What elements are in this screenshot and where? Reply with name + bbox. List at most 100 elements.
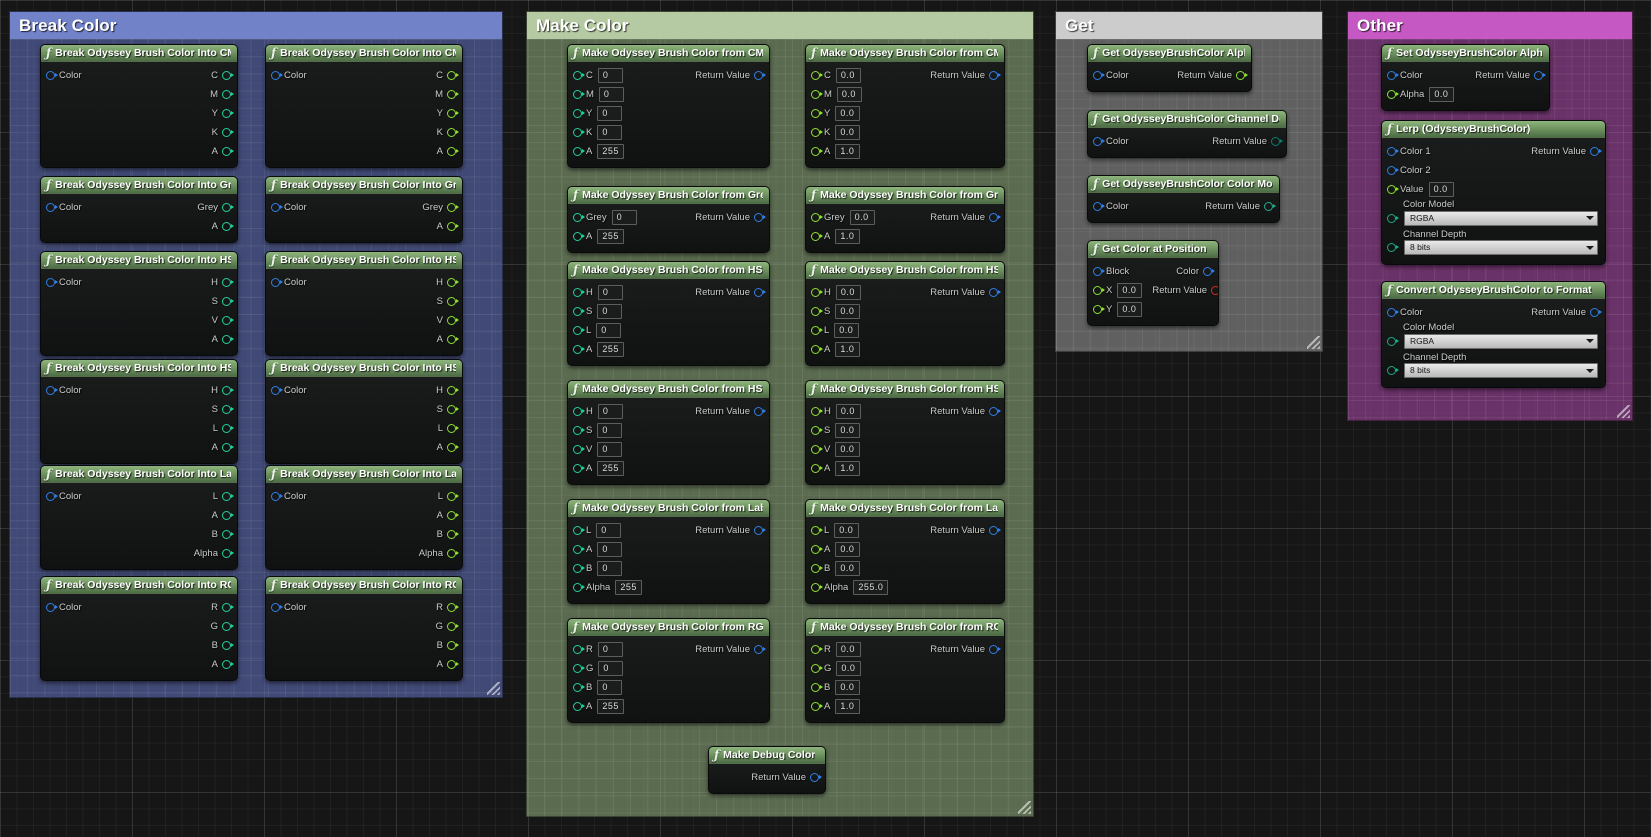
pin-float-out[interactable]	[447, 603, 459, 612]
node-get-odysseybrushcolor-alpha[interactable]: ƒ Get OdysseyBrushColor Alpha Color Return …	[1087, 44, 1252, 92]
pin-int-out[interactable]	[222, 405, 234, 414]
value-input[interactable]: 0	[598, 661, 624, 676]
pin-int-in[interactable]	[573, 583, 585, 592]
value-input[interactable]: 0.0	[835, 68, 861, 83]
pin-int-out[interactable]	[222, 603, 234, 612]
pin-struct-out[interactable]	[1590, 147, 1602, 156]
pin-struct-out[interactable]	[1590, 308, 1602, 317]
dropdown-select[interactable]: RGBA	[1404, 210, 1598, 226]
node-break-odyssey-brush-color-into-hslf[interactable]: ƒ Break Odyssey Brush Color Into HSLF Colo…	[265, 359, 463, 464]
pin-float-in[interactable]	[811, 583, 823, 592]
pin-enum-in[interactable]	[1387, 336, 1399, 346]
pin-float-out[interactable]	[447, 335, 459, 344]
pin-int-out[interactable]	[222, 549, 234, 558]
pin-float-in[interactable]	[811, 213, 823, 222]
pin-float-in[interactable]	[811, 128, 823, 137]
pin-float-in[interactable]	[811, 71, 823, 80]
pin-float-out[interactable]	[447, 530, 459, 539]
pin-float-in[interactable]	[811, 426, 823, 435]
node-convert-odysseybrushcolor-to-format[interactable]: ƒ Convert OdysseyBrushColor to Format Colo…	[1381, 281, 1606, 388]
pin-int-out[interactable]	[222, 222, 234, 231]
pin-float-out[interactable]	[447, 128, 459, 137]
pin-int-in[interactable]	[573, 445, 585, 454]
pin-float-out[interactable]	[447, 660, 459, 669]
node-header[interactable]: ƒ Get Color at Position	[1088, 241, 1218, 258]
pin-int-in[interactable]	[573, 147, 585, 156]
pin-byte-out[interactable]	[1271, 137, 1283, 146]
node-header[interactable]: ƒ Make Odyssey Brush Color from HSLF	[806, 262, 1004, 279]
pin-int-out[interactable]	[222, 128, 234, 137]
pin-int-out[interactable]	[222, 492, 234, 501]
pin-struct-out[interactable]	[989, 213, 1001, 222]
pin-float-out[interactable]	[447, 71, 459, 80]
value-input[interactable]: 0.0	[835, 442, 861, 457]
node-make-odyssey-brush-color-from-grey[interactable]: ƒ Make Odyssey Brush Color from Grey Grey 0…	[567, 186, 770, 253]
value-input[interactable]: 0	[597, 68, 623, 83]
node-header[interactable]: ƒ Break Odyssey Brush Color Into HSV	[41, 252, 237, 269]
node-make-odyssey-brush-color-from-rgb[interactable]: ƒ Make Odyssey Brush Color from RGB R 0 Retu…	[567, 618, 770, 723]
value-input[interactable]: 255	[597, 342, 624, 357]
pin-enum-out[interactable]	[1264, 202, 1276, 211]
value-input[interactable]: 0	[597, 542, 623, 557]
pin-int-out[interactable]	[222, 424, 234, 433]
pin-struct-in[interactable]	[46, 492, 58, 501]
pin-float-in[interactable]	[811, 90, 823, 99]
resize-grip-icon[interactable]	[1307, 336, 1320, 349]
value-input[interactable]: 0.0	[835, 423, 861, 438]
node-header[interactable]: ƒ Make Odyssey Brush Color from CMYK	[568, 45, 769, 62]
value-input[interactable]: 0.0	[835, 542, 861, 557]
pin-int-out[interactable]	[222, 90, 234, 99]
pin-int-in[interactable]	[573, 90, 585, 99]
blueprint-canvas[interactable]: Break Color Make Color Get Other ƒ Break Odys…	[0, 0, 1651, 837]
node-header[interactable]: ƒMake Odyssey Brush Color from CMYKF	[806, 45, 1004, 62]
node-make-odyssey-brush-color-from-hsv[interactable]: ƒ Make Odyssey Brush Color from HSV H 0 Retu…	[567, 380, 770, 485]
value-input[interactable]: 1.0	[835, 461, 861, 476]
node-break-odyssey-brush-color-into-rgb[interactable]: ƒ Break Odyssey Brush Color Into RGB Color…	[40, 576, 238, 681]
pin-struct-in[interactable]	[1387, 71, 1399, 80]
pin-struct-in[interactable]	[271, 71, 283, 80]
value-input[interactable]: 255.0	[853, 580, 889, 595]
value-input[interactable]: 0.0	[1117, 302, 1143, 317]
value-input[interactable]: 0	[597, 285, 623, 300]
value-input[interactable]: 0	[597, 304, 623, 319]
value-input[interactable]: 0.0	[836, 661, 862, 676]
pin-struct-in[interactable]	[1093, 267, 1105, 276]
value-input[interactable]: 255	[597, 461, 624, 476]
node-header[interactable]: ƒ Break Odyssey Brush Color Into RGB	[41, 577, 237, 594]
node-make-odyssey-brush-color-from-rgbf[interactable]: ƒ Make Odyssey Brush Color from RGBF R 0.0 R…	[805, 618, 1005, 723]
node-break-odyssey-brush-color-into-hsvf[interactable]: ƒ Break Odyssey Brush Color Into HSVF Colo…	[265, 251, 463, 356]
node-make-odyssey-brush-color-from-grey-f[interactable]: ƒMake Odyssey Brush Color from Grey F Gre…	[805, 186, 1005, 253]
pin-float-in[interactable]	[1093, 305, 1105, 314]
value-input[interactable]: 0.0	[835, 106, 861, 121]
pin-int-in[interactable]	[573, 683, 585, 692]
node-header[interactable]: ƒBreak Odyssey Brush Color Into CMYK	[41, 45, 237, 62]
node-header[interactable]: ƒ Get OdysseyBrushColor Color Model	[1088, 176, 1279, 193]
pin-int-in[interactable]	[573, 71, 585, 80]
pin-float-in[interactable]	[811, 683, 823, 692]
pin-float-in[interactable]	[811, 345, 823, 354]
pin-int-in[interactable]	[573, 464, 585, 473]
value-input[interactable]: 1.0	[835, 342, 861, 357]
pin-float-in[interactable]	[811, 147, 823, 156]
value-input[interactable]: 0	[611, 210, 637, 225]
pin-struct-out[interactable]	[754, 71, 766, 80]
pin-int-out[interactable]	[222, 641, 234, 650]
node-header[interactable]: ƒ Make Odyssey Brush Color from Lab	[568, 500, 769, 517]
pin-struct-out[interactable]	[754, 526, 766, 535]
node-break-odyssey-brush-color-into-lab-f[interactable]: ƒ Break Odyssey Brush Color Into Lab F Col…	[265, 465, 463, 570]
pin-int-in[interactable]	[573, 545, 585, 554]
node-header[interactable]: ƒ Make Odyssey Brush Color from HSV	[568, 381, 769, 398]
node-break-odyssey-brush-color-into-grey-f[interactable]: ƒBreak Odyssey Brush Color Into Grey FCo…	[265, 176, 463, 243]
node-make-odyssey-brush-color-from-cmyk[interactable]: ƒ Make Odyssey Brush Color from CMYK C 0 Ret…	[567, 44, 770, 168]
pin-struct-out[interactable]	[1534, 71, 1546, 80]
node-lerp-odysseybrushcolor[interactable]: ƒ Lerp (OdysseyBrushColor) Color 1 Return V…	[1381, 120, 1606, 265]
pin-int-out[interactable]	[222, 278, 234, 287]
pin-float-out[interactable]	[447, 147, 459, 156]
value-input[interactable]: 255	[597, 229, 624, 244]
pin-enum-in[interactable]	[1387, 243, 1399, 252]
node-header[interactable]: ƒ Make Odyssey Brush Color from HSVF	[806, 381, 1004, 398]
node-make-odyssey-brush-color-from-cmykf[interactable]: ƒMake Odyssey Brush Color from CMYKF C 0.0…	[805, 44, 1005, 168]
value-input[interactable]: 1.0	[835, 229, 861, 244]
node-make-debug-color[interactable]: ƒ Make Debug Color Return Value	[708, 746, 826, 794]
pin-float-out[interactable]	[447, 622, 459, 631]
